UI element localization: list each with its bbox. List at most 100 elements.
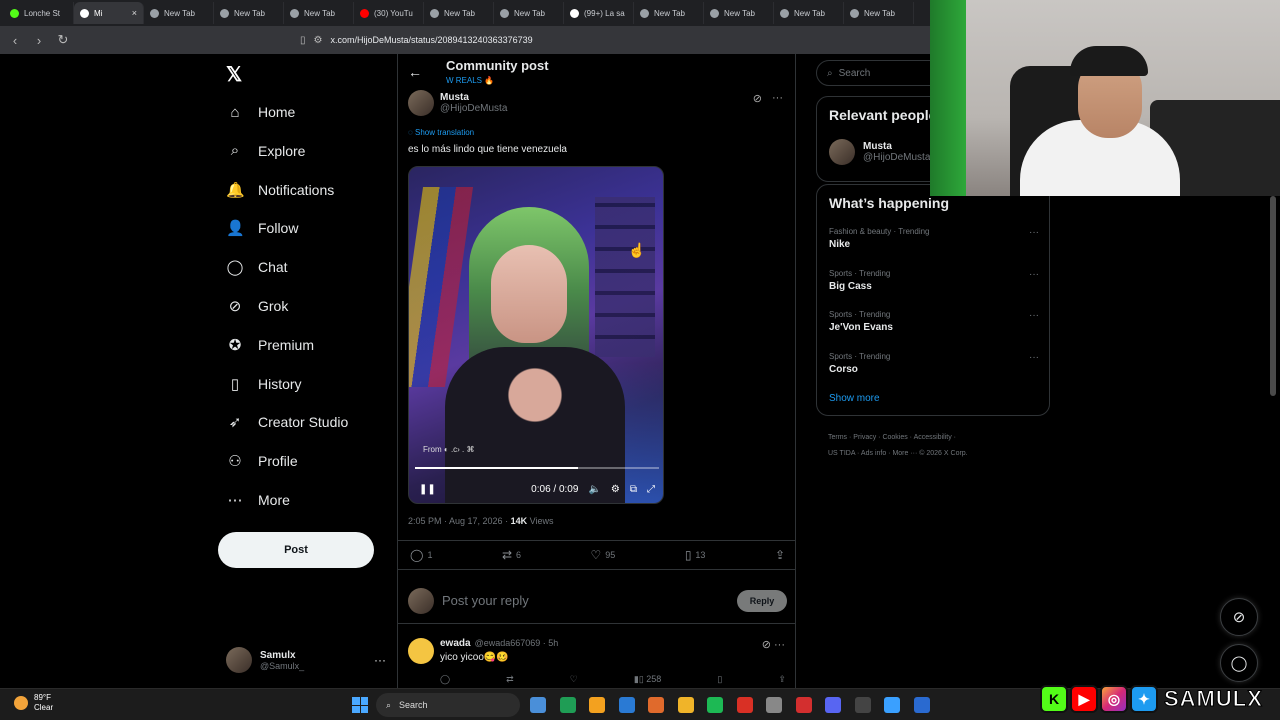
show-translation-link[interactable]: ◌ Show translation	[408, 128, 474, 137]
nav-item-follow[interactable]: 👤 Follow	[226, 216, 298, 240]
reply-icon[interactable]: ◯	[440, 674, 450, 685]
avatar[interactable]	[829, 139, 855, 165]
more-dots-icon[interactable]: ···	[1029, 227, 1039, 238]
folder-icon[interactable]	[677, 697, 694, 713]
more-dots-icon[interactable]: ···	[1029, 310, 1039, 321]
grok-icon[interactable]: ⊘	[753, 92, 762, 105]
relevant-person-name[interactable]: Musta	[863, 141, 930, 152]
site-info-icon[interactable]: ⚙	[314, 35, 323, 46]
x-logo-icon[interactable]: 𝕏	[226, 62, 242, 87]
browser-tab[interactable]: New Tab	[144, 2, 214, 24]
footer-links[interactable]: Terms · Privacy · Cookies · Accessibilit…	[828, 430, 1038, 462]
page-scrollbar[interactable]	[1270, 196, 1276, 396]
steam-icon[interactable]	[913, 697, 930, 713]
mail-icon[interactable]	[884, 697, 900, 713]
bookmark-tab-icon[interactable]: ▯	[300, 35, 306, 46]
author-name[interactable]: Musta	[440, 92, 507, 103]
nav-item-notifications[interactable]: 🔔 Notifications	[226, 178, 334, 202]
windows-start-icon[interactable]	[352, 697, 368, 713]
brave-icon[interactable]	[648, 697, 664, 713]
bookmark-action[interactable]: ▯ 13	[685, 548, 706, 562]
pause-icon[interactable]: ❚❚	[419, 484, 436, 495]
browser-tab[interactable]: New Tab	[424, 2, 494, 24]
browser-tab[interactable]: New Tab	[774, 2, 844, 24]
settings-gear-icon[interactable]: ⚙	[611, 484, 620, 495]
close-tab-icon[interactable]: ×	[132, 8, 137, 18]
account-switcher[interactable]: Samulx @Samulx_ ···	[226, 642, 386, 678]
more-dots-icon[interactable]: ···	[1029, 269, 1039, 280]
share-icon[interactable]: ⇪	[778, 674, 786, 685]
url-field[interactable]: ▯ ⚙ x.com/HijoDeMusta/status/20894132403…	[300, 35, 533, 46]
video-player[interactable]: From ◐ .c› . ⌘ ❚❚ 0:06 / 0:09 🔈 ⚙ ⧉ ⤢	[408, 166, 664, 504]
relevant-person[interactable]: Musta @HijoDeMusta	[829, 139, 930, 165]
volume-icon[interactable]: 🔈	[588, 484, 600, 495]
weather-widget[interactable]: 89°F Clear	[14, 693, 53, 713]
nav-item-creator-studio[interactable]: ➶ Creator Studio	[226, 410, 349, 434]
taskbar-search[interactable]: ⌕ Search	[376, 693, 520, 717]
post-author[interactable]: Musta @HijoDeMusta	[408, 90, 507, 116]
views-action[interactable]: ▮▯ 258	[634, 674, 661, 685]
grok-icon[interactable]: ⊘	[762, 639, 771, 651]
reply-button[interactable]: Reply	[737, 589, 787, 612]
browser-tab[interactable]: (30) YouTu	[354, 2, 424, 24]
browser-tab[interactable]: New Tab	[634, 2, 704, 24]
more-dots-icon[interactable]: ···	[774, 639, 785, 651]
grok-float-icon[interactable]: ⊘	[1220, 598, 1258, 636]
spotify-icon[interactable]	[707, 697, 723, 713]
edge-icon[interactable]	[559, 697, 576, 713]
browser-tab[interactable]: Lonche St	[4, 2, 74, 24]
footer-links-row2[interactable]: US TIDA · Ads info · More ··· © 2026 X C…	[828, 446, 1038, 462]
reply-item[interactable]: ewada @ewada667069 · 5h ⊘ ··· yico yicoo…	[398, 630, 795, 688]
messages-float-icon[interactable]: ◯	[1220, 644, 1258, 682]
share-action[interactable]: ⇪	[775, 548, 785, 562]
nav-item-more[interactable]: ⋯ More	[226, 488, 290, 512]
post-button[interactable]: Post	[218, 532, 374, 568]
recorder-icon[interactable]	[795, 697, 812, 713]
trend-item[interactable]: Sports · Trending Big Cass ···	[829, 269, 1039, 292]
more-dots-icon[interactable]: ···	[374, 653, 386, 667]
post-time[interactable]: 2:05 PM · Aug 17, 2026 ·	[408, 516, 508, 526]
video-progress-bar[interactable]	[415, 467, 659, 469]
trend-item[interactable]: Sports · Trending Corso ···	[829, 352, 1039, 375]
repost-action[interactable]: ⇄ 6	[502, 548, 521, 562]
reply-input[interactable]	[442, 593, 722, 608]
reply-action[interactable]: ◯ 1	[410, 548, 432, 562]
more-dots-icon[interactable]: ···	[1029, 352, 1039, 363]
browser-tab[interactable]: New Tab	[704, 2, 774, 24]
author-handle[interactable]: @HijoDeMusta	[440, 103, 507, 114]
repost-icon[interactable]: ⇄	[506, 674, 514, 685]
nav-item-explore[interactable]: ⌕ Explore	[226, 139, 306, 163]
trend-item[interactable]: Fashion & beauty · Trending Nike ···	[829, 227, 1039, 250]
chrome-icon[interactable]	[766, 697, 782, 713]
trend-item[interactable]: Sports · Trending Je'Von Evans ···	[829, 310, 1039, 333]
back-arrow-icon[interactable]: ‹	[8, 33, 22, 48]
url-text[interactable]: x.com/HijoDeMusta/status/208941324036337…	[330, 35, 532, 45]
browser-tab[interactable]: New Tab	[494, 2, 564, 24]
browser-tab[interactable]: New Tab	[284, 2, 354, 24]
forward-arrow-icon[interactable]: ›	[32, 33, 46, 48]
more-dots-icon[interactable]: ···	[772, 92, 783, 105]
browser-tab[interactable]: New Tab	[844, 2, 914, 24]
shield-browser-icon[interactable]	[736, 697, 753, 713]
browser-tab[interactable]: (99+) La sa	[564, 2, 634, 24]
bookmark-icon[interactable]: ▯	[717, 674, 722, 685]
community-name[interactable]: W REALS 🔥	[446, 76, 494, 85]
reload-icon[interactable]: ↻	[56, 32, 70, 48]
heart-icon[interactable]: ♡	[570, 674, 578, 685]
reply-author-handle[interactable]: @ewada667069 · 5h	[475, 638, 559, 649]
reply-author-name[interactable]: ewada	[440, 638, 471, 649]
fullscreen-icon[interactable]: ⤢	[647, 484, 655, 495]
nav-item-premium[interactable]: ✪ Premium	[226, 333, 314, 357]
like-action[interactable]: ♡ 95	[591, 548, 616, 562]
nav-item-profile[interactable]: ⚇ Profile	[226, 449, 297, 473]
show-more-link[interactable]: Show more	[829, 393, 880, 404]
nav-item-home[interactable]: ⌂ Home	[226, 100, 295, 124]
store-icon[interactable]	[530, 697, 546, 713]
nav-item-chat[interactable]: ◯ Chat	[226, 255, 288, 279]
store-bag-icon[interactable]	[589, 697, 605, 713]
relevant-person-handle[interactable]: @HijoDeMusta	[863, 152, 930, 163]
browser-tab[interactable]: Mi ×	[74, 2, 144, 24]
nav-item-grok[interactable]: ⊘ Grok	[226, 294, 289, 318]
browser-tab[interactable]: New Tab	[214, 2, 284, 24]
search-input[interactable]	[838, 67, 939, 79]
